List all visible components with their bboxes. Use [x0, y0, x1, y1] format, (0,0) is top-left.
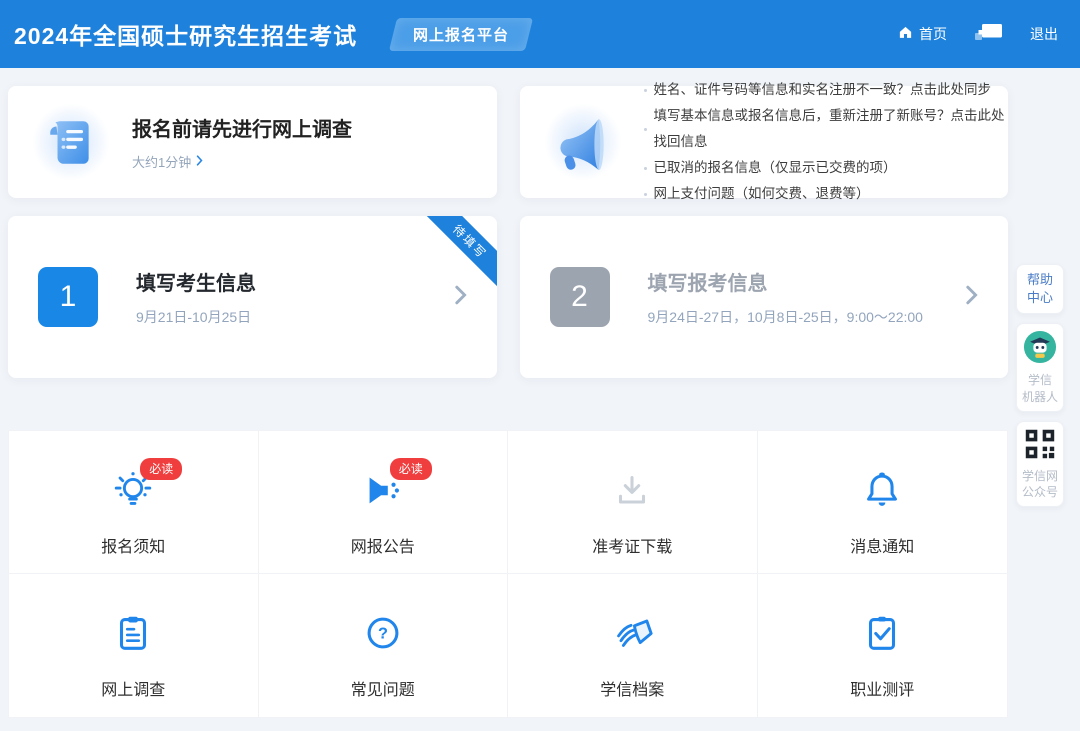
info-cards-row: 报名前请先进行网上调查 大约1分钟 — [8, 86, 1008, 198]
notice-item-payment[interactable]: 网上支付问题（如何交费、退费等） — [644, 181, 1009, 207]
grid-cell-xuexin-archive[interactable]: 学信档案 — [508, 574, 758, 717]
chevron-right-icon — [966, 285, 978, 310]
survey-duration-label: 大约1分钟 — [132, 152, 191, 171]
step2-number-badge: 2 — [550, 267, 610, 327]
grid-label: 职业测评 — [850, 676, 914, 700]
bell-icon — [859, 500, 905, 517]
steps-row: 待填写 1 填写考生信息 9月21日-10月25日 2 填写报考信息 9月24日… — [8, 216, 1008, 378]
help-center-line1: 帮助 — [1019, 271, 1061, 289]
main-content: 报名前请先进行网上调查 大约1分钟 — [8, 86, 1008, 718]
step1-status-ribbon: 待填写 — [418, 216, 496, 293]
grid-label: 消息通知 — [850, 533, 914, 557]
xuexin-robot-button[interactable]: 学信 机器人 — [1016, 323, 1064, 411]
megaphone-icon — [544, 103, 622, 181]
clipboard-check-icon — [859, 643, 905, 660]
function-grid: 必读 报名须知 必读 网报公告 — [8, 430, 1008, 718]
grid-cell-message-notification[interactable]: 消息通知 — [758, 431, 1008, 574]
clipboard-icon — [110, 643, 156, 660]
must-read-badge: 必读 — [390, 458, 432, 480]
chevron-right-icon — [455, 285, 467, 310]
survey-doc-icon — [32, 103, 110, 181]
page-title: 2024年全国硕士研究生招生考试 — [14, 17, 357, 51]
question-circle-icon: ? — [360, 643, 406, 660]
lightbulb-icon — [110, 500, 156, 517]
step2-title: 填写报考信息 — [648, 267, 923, 296]
download-icon — [609, 500, 655, 517]
grid-cell-admission-ticket-download[interactable]: 准考证下载 — [508, 431, 758, 574]
survey-card[interactable]: 报名前请先进行网上调查 大约1分钟 — [8, 86, 497, 198]
qr-label-line2: 公众号 — [1019, 484, 1061, 500]
grid-label: 网报公告 — [351, 533, 415, 557]
notice-item-cancelled[interactable]: 已取消的报名信息（仅显示已交费的项） — [644, 155, 1009, 181]
floating-rail: 帮助 中心 学信 机器人 — [1010, 264, 1070, 507]
grid-cell-online-announcement[interactable]: 必读 网报公告 — [259, 431, 509, 574]
robot-label-line1: 学信 — [1019, 372, 1061, 388]
qr-code-icon — [1024, 447, 1056, 464]
grid-cell-signup-notice[interactable]: 必读 报名须知 — [9, 431, 259, 574]
grid-cell-faq[interactable]: ? 常见问题 — [259, 574, 509, 717]
grid-cell-online-survey[interactable]: 网上调查 — [9, 574, 259, 717]
step1-date: 9月21日-10月25日 — [136, 307, 256, 327]
announcement-speaker-icon — [360, 500, 406, 517]
archive-pages-icon — [609, 643, 655, 660]
windows-icon — [975, 24, 1002, 44]
grid-label: 准考证下载 — [592, 533, 672, 557]
chevron-right-icon — [196, 154, 203, 169]
home-link[interactable]: 首页 — [898, 24, 947, 44]
robot-label-line2: 机器人 — [1019, 389, 1061, 405]
step1-number-badge: 1 — [38, 267, 98, 327]
home-icon — [898, 25, 913, 43]
step2-card-application-info[interactable]: 2 填写报考信息 9月24日-27日，10月8日-25日，9:00～22:00 — [520, 216, 1009, 378]
svg-text:?: ? — [378, 625, 388, 643]
survey-duration-link[interactable]: 大约1分钟 — [132, 152, 352, 171]
platform-badge: 网上报名平台 — [389, 18, 533, 51]
logout-link[interactable]: 退出 — [1030, 24, 1058, 44]
header-nav: 首页 退出 — [898, 24, 1058, 44]
logout-label: 退出 — [1030, 24, 1058, 44]
grid-label: 常见问题 — [351, 676, 415, 700]
grid-label: 报名须知 — [101, 533, 165, 557]
grid-label: 网上调查 — [101, 676, 165, 700]
step1-title: 填写考生信息 — [136, 267, 256, 296]
step2-date: 9月24日-27日，10月8日-25日，9:00～22:00 — [648, 307, 923, 327]
top-header: 2024年全国硕士研究生招生考试 网上报名平台 首页 退出 — [0, 0, 1080, 68]
grid-label: 学信档案 — [600, 676, 664, 700]
notice-item-sync[interactable]: 姓名、证件号码等信息和实名注册不一致？点击此处同步 — [644, 77, 1009, 103]
notice-item-recover[interactable]: 填写基本信息或报名信息后，重新注册了新账号？点击此处找回信息 — [644, 103, 1009, 155]
notice-list: 姓名、证件号码等信息和实名注册不一致？点击此处同步 填写基本信息或报名信息后，重… — [644, 77, 1009, 207]
platform-badge-label: 网上报名平台 — [413, 24, 509, 45]
help-center-line2: 中心 — [1019, 289, 1061, 307]
help-center-button[interactable]: 帮助 中心 — [1016, 264, 1064, 314]
notice-card: 姓名、证件号码等信息和实名注册不一致？点击此处同步 填写基本信息或报名信息后，重… — [520, 86, 1009, 198]
robot-avatar-icon — [1023, 351, 1057, 368]
windows-icon-button[interactable] — [975, 24, 1002, 44]
survey-card-title: 报名前请先进行网上调查 — [132, 113, 352, 142]
qr-label-line1: 学信网 — [1019, 468, 1061, 484]
must-read-badge: 必读 — [140, 458, 182, 480]
home-label: 首页 — [919, 24, 947, 44]
qr-code-button[interactable]: 学信网 公众号 — [1016, 421, 1064, 507]
step1-card-candidate-info[interactable]: 待填写 1 填写考生信息 9月21日-10月25日 — [8, 216, 497, 378]
grid-cell-career-assessment[interactable]: 职业测评 — [758, 574, 1008, 717]
